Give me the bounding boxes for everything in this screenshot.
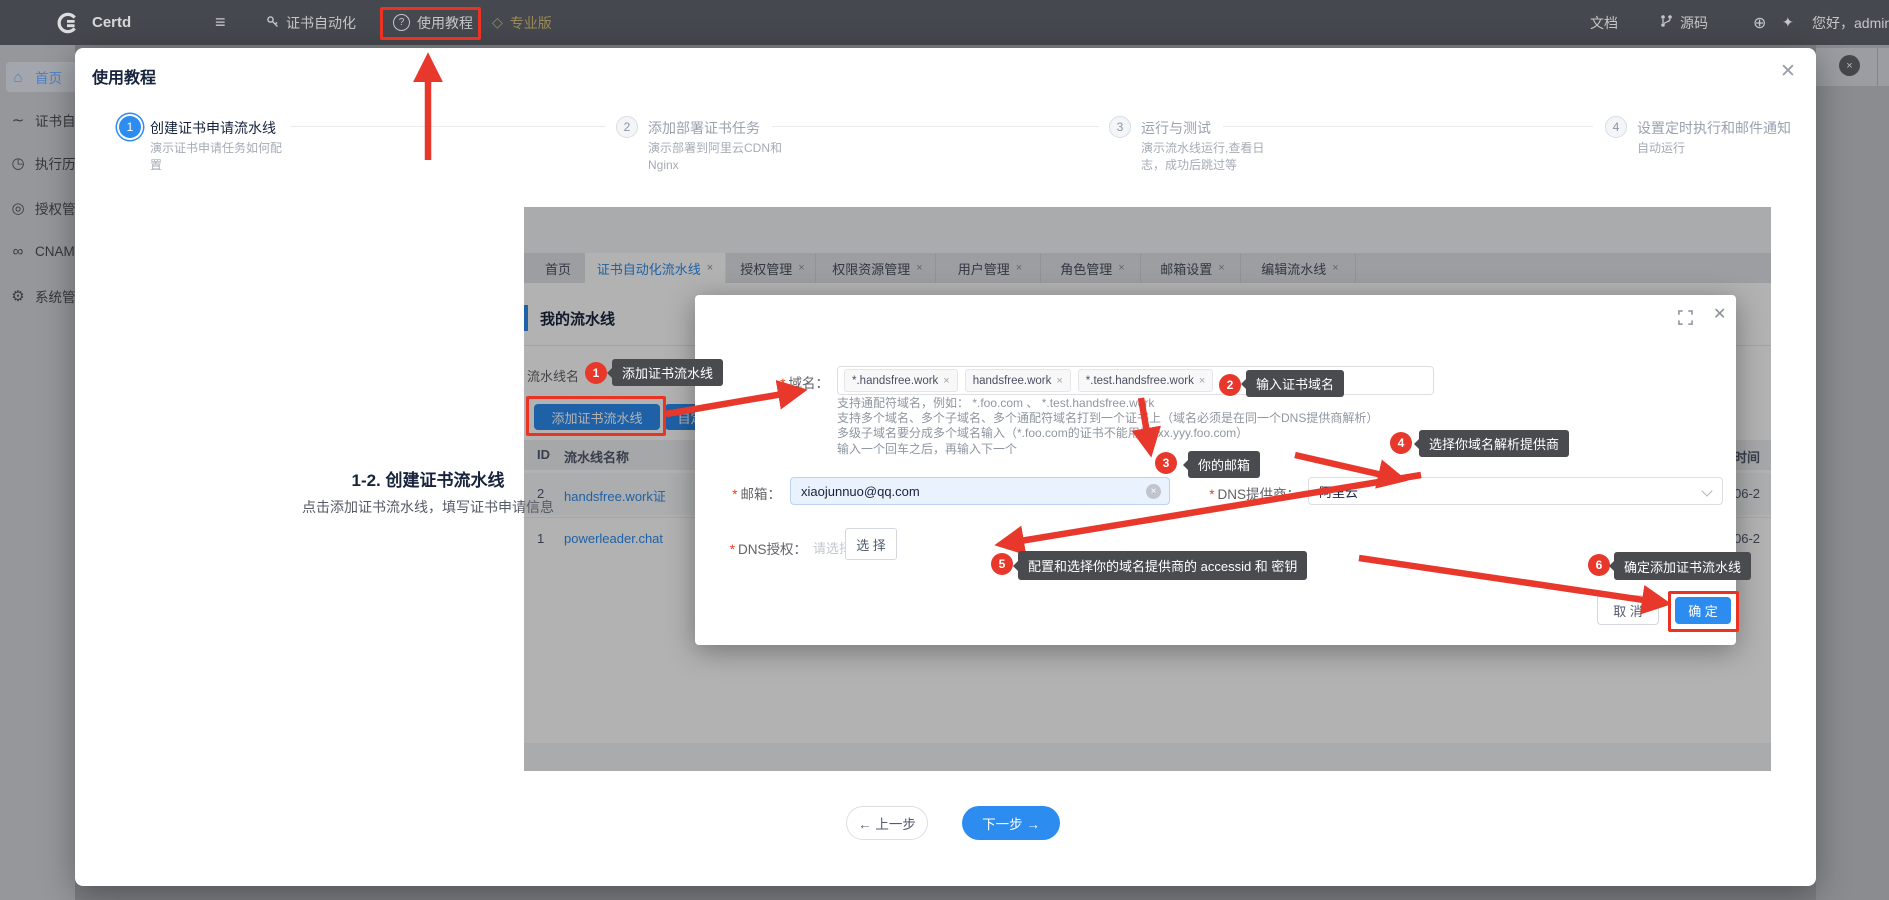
- chart-line-icon: ∼: [10, 111, 26, 129]
- chevron-down-icon: [1701, 485, 1712, 496]
- domain-help-text: 支持通配符域名，例如： *.foo.com 、 *.test.handsfree…: [837, 396, 1378, 457]
- annotation-tip-2: 输入证书域名: [1246, 370, 1344, 397]
- annotation-badge-5: 5: [991, 553, 1013, 575]
- git-branch-icon: [1660, 14, 1673, 31]
- dialog-close-icon[interactable]: ✕: [1713, 304, 1726, 324]
- dns-auth-label: *DNS授权：: [695, 538, 807, 558]
- step-1-circle: 1: [119, 116, 141, 138]
- annotation-tip-6: 确定添加证书流水线: [1614, 552, 1751, 580]
- annotation-badge-1: 1: [585, 362, 607, 384]
- step-2-desc: 演示部署到阿里云CDN和Nginx: [648, 140, 798, 175]
- background-right-strip: [1816, 45, 1889, 900]
- target-icon: ◎: [10, 199, 26, 217]
- step-4-title: 设置定时执行和邮件通知: [1637, 118, 1791, 138]
- sidebar-item-cname[interactable]: ∞ CNAME: [10, 236, 75, 266]
- sidebar-item-auth[interactable]: ◎ 授权管理: [10, 193, 75, 223]
- close-all-tabs-icon[interactable]: ×: [1839, 55, 1860, 76]
- step-2-title: 添加部署证书任务: [648, 118, 760, 138]
- nav-source[interactable]: 源码: [1660, 0, 1708, 45]
- globe-icon[interactable]: ⊕: [1753, 0, 1766, 45]
- annotation-tip-1: 添加证书流水线: [612, 359, 723, 386]
- step-4-circle: 4: [1605, 116, 1627, 138]
- cancel-button[interactable]: 取 消: [1597, 595, 1659, 625]
- step-1-desc: 演示证书申请任务如何配置: [150, 140, 292, 175]
- tag-remove-icon[interactable]: ×: [1199, 375, 1205, 387]
- annotation-badge-4: 4: [1390, 432, 1412, 454]
- badge-icon: ◇: [492, 14, 503, 31]
- divider: [1877, 48, 1878, 86]
- key-icon: [266, 15, 279, 31]
- domain-tag: handsfree.work ×: [965, 369, 1071, 392]
- highlight-box-confirm: [1668, 591, 1739, 632]
- domain-tag: *.test.handsfree.work ×: [1078, 369, 1213, 392]
- section-title: 1-2. 创建证书流水线: [200, 466, 656, 491]
- domain-tag: *.handsfree.work ×: [844, 369, 958, 392]
- step-1-title: 创建证书申请流水线: [150, 118, 276, 138]
- step-connector: [290, 126, 606, 127]
- sidebar-collapse-icon[interactable]: ≡: [215, 0, 226, 45]
- section-desc: 点击添加证书流水线，填写证书申请信息: [200, 497, 656, 517]
- step-connector: [1223, 126, 1593, 127]
- modal-close-icon[interactable]: ✕: [1780, 60, 1796, 83]
- domain-label: *域名：: [735, 372, 829, 392]
- step-3-circle: 3: [1109, 116, 1131, 138]
- annotation-badge-2: 2: [1219, 374, 1241, 396]
- highlight-box-add-button: [526, 396, 666, 436]
- dns-auth-choose-button[interactable]: 选 择: [845, 528, 897, 560]
- step-connector: [772, 126, 1099, 127]
- sparkles-icon[interactable]: ✦: [1782, 0, 1794, 45]
- annotation-tip-3: 你的邮箱: [1188, 451, 1260, 478]
- dns-provider-label: *DNS提供商：: [1145, 483, 1300, 503]
- sidebar: ⌂ 首页 ∼ 证书自动化 ◷ 执行历史 ◎ 授权管理 ∞ CNAME ⚙ 系统管…: [0, 45, 75, 900]
- sidebar-item-history[interactable]: ◷ 执行历史: [10, 148, 75, 178]
- fullscreen-icon[interactable]: [1678, 310, 1693, 330]
- prev-step-button[interactable]: ← 上一步: [846, 806, 928, 840]
- next-step-button[interactable]: 下一步 →: [962, 806, 1060, 840]
- tag-remove-icon[interactable]: ×: [943, 375, 949, 387]
- tag-remove-icon[interactable]: ×: [1056, 375, 1062, 387]
- sidebar-item-system[interactable]: ⚙ 系统管理: [10, 281, 75, 311]
- logo-text: Certd: [92, 0, 131, 45]
- step-3-title: 运行与测试: [1141, 118, 1211, 138]
- annotation-badge-3: 3: [1155, 452, 1177, 474]
- email-field[interactable]: xiaojunnuo@qq.com ×: [790, 477, 1170, 505]
- home-icon: ⌂: [10, 69, 26, 86]
- annotation-tip-5: 配置和选择你的域名提供商的 accessid 和 密钥: [1018, 551, 1307, 580]
- nav-pro-edition[interactable]: ◇ 专业版: [492, 0, 552, 45]
- dns-provider-select[interactable]: 阿里云: [1308, 477, 1723, 505]
- nav-docs[interactable]: 文档: [1590, 0, 1618, 45]
- sidebar-item-home[interactable]: ⌂ 首页: [6, 62, 75, 92]
- nav-cert-automation[interactable]: 证书自动化: [266, 0, 356, 45]
- sidebar-item-cert-automation[interactable]: ∼ 证书自动化: [10, 105, 75, 135]
- link-icon: ∞: [10, 243, 26, 260]
- annotation-tip-4: 选择你域名解析提供商: [1419, 430, 1569, 457]
- highlight-box-tutorial: [380, 7, 481, 40]
- gear-icon: ⚙: [10, 287, 26, 305]
- certd-logo-icon: [54, 0, 80, 45]
- certd-app: Certd ≡ 证书自动化 ? 使用教程 ◇ 专业版 文档 源码 ⊕ ✦ 您好，…: [0, 0, 1889, 900]
- email-label: *邮箱：: [695, 483, 781, 503]
- tutorial-title: 使用教程: [92, 64, 156, 88]
- user-greeting[interactable]: 您好，admin: [1812, 0, 1889, 45]
- topbar: Certd ≡ 证书自动化 ? 使用教程 ◇ 专业版 文档 源码 ⊕ ✦ 您好，…: [0, 0, 1889, 45]
- annotation-badge-6: 6: [1588, 554, 1610, 576]
- domain-input[interactable]: *.handsfree.work × handsfree.work × *.te…: [837, 366, 1434, 395]
- step-3-desc: 演示流水线运行,查看日志，成功后跳过等: [1141, 140, 1277, 175]
- step-4-desc: 自动运行: [1637, 140, 1837, 157]
- step-2-circle: 2: [616, 116, 638, 138]
- clock-icon: ◷: [10, 154, 26, 172]
